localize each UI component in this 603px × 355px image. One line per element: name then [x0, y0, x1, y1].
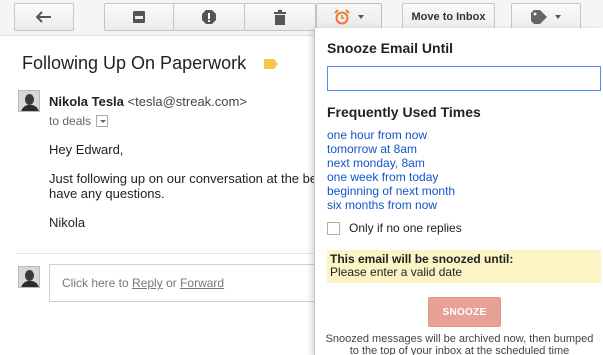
snooze-panel: Snooze Email Until Frequently Used Times… — [314, 28, 603, 355]
time-option-tomorrow[interactable]: tomorrow at 8am — [327, 142, 455, 156]
snooze-footer-line: Snoozed messages will be archived now, t… — [325, 333, 594, 345]
labels-button[interactable] — [511, 3, 581, 31]
chevron-down-icon — [555, 15, 561, 19]
delete-button[interactable] — [244, 3, 316, 31]
reply-or: or — [166, 276, 177, 290]
report-spam-icon — [201, 9, 217, 25]
forward-link[interactable]: Forward — [180, 276, 224, 290]
arrow-left-icon — [36, 11, 52, 23]
move-to-inbox-button[interactable]: Move to Inbox — [402, 3, 495, 31]
snooze-submit-button[interactable]: SNOOZE — [428, 297, 501, 327]
only-if-no-reply-checkbox[interactable] — [327, 221, 340, 235]
snooze-button-toolbar[interactable] — [316, 3, 382, 31]
divider — [16, 253, 315, 254]
frequent-times-list: one hour from now tomorrow at 8am next m… — [327, 128, 455, 212]
time-option-next-monday[interactable]: next monday, 8am — [327, 156, 455, 170]
snooze-footer: Snoozed messages will be archived now, t… — [315, 333, 603, 355]
back-button[interactable] — [14, 3, 74, 31]
recipient-details-toggle[interactable] — [96, 115, 109, 127]
snooze-notice: This email will be snoozed until: Please… — [327, 250, 601, 283]
alarm-clock-icon — [334, 9, 350, 25]
reply-prefix: Click here to — [62, 276, 129, 290]
trash-icon — [274, 9, 286, 25]
email-body-line: have any questions. — [49, 186, 165, 201]
report-spam-button[interactable] — [173, 3, 245, 31]
time-option-one-hour[interactable]: one hour from now — [327, 128, 455, 142]
email-signature: Nikola — [49, 215, 86, 230]
time-option-one-week[interactable]: one week from today — [327, 170, 455, 184]
time-option-next-month[interactable]: beginning of next month — [327, 184, 455, 198]
quick-reply-box[interactable]: Click here to Reply or Forward — [49, 264, 319, 302]
reply-link[interactable]: Reply — [132, 276, 163, 290]
only-if-no-reply-row: Only if no one replies — [327, 221, 462, 235]
email-greeting: Hey Edward, — [49, 142, 124, 157]
my-avatar — [18, 266, 40, 288]
sender-line: Nikola Tesla <tesla@streak.com> — [49, 94, 247, 109]
frequent-times-heading: Frequently Used Times — [327, 104, 481, 120]
archive-icon — [132, 10, 146, 24]
recipient-line: to deals — [49, 114, 109, 128]
sender-name: Nikola Tesla — [49, 94, 124, 109]
chevron-down-icon — [358, 15, 364, 19]
time-option-six-months[interactable]: six months from now — [327, 198, 455, 212]
email-subject: Following Up On Paperwork — [22, 53, 247, 73]
snooze-date-input[interactable] — [327, 66, 601, 91]
importance-label-icon[interactable] — [264, 59, 278, 69]
recipient-text: to deals — [49, 114, 92, 128]
snooze-footer-line: to the top of your inbox at the schedule… — [349, 345, 570, 355]
snooze-notice-value: Please enter a valid date — [330, 265, 463, 279]
sender-email: <tesla@streak.com> — [127, 94, 247, 109]
archive-button[interactable] — [104, 3, 174, 31]
only-if-no-reply-label[interactable]: Only if no one replies — [349, 221, 462, 235]
snooze-panel-title: Snooze Email Until — [327, 40, 454, 56]
email-body-line: Just following up on our conversation at… — [49, 171, 325, 186]
sender-avatar — [18, 90, 40, 112]
tag-icon — [531, 10, 547, 24]
